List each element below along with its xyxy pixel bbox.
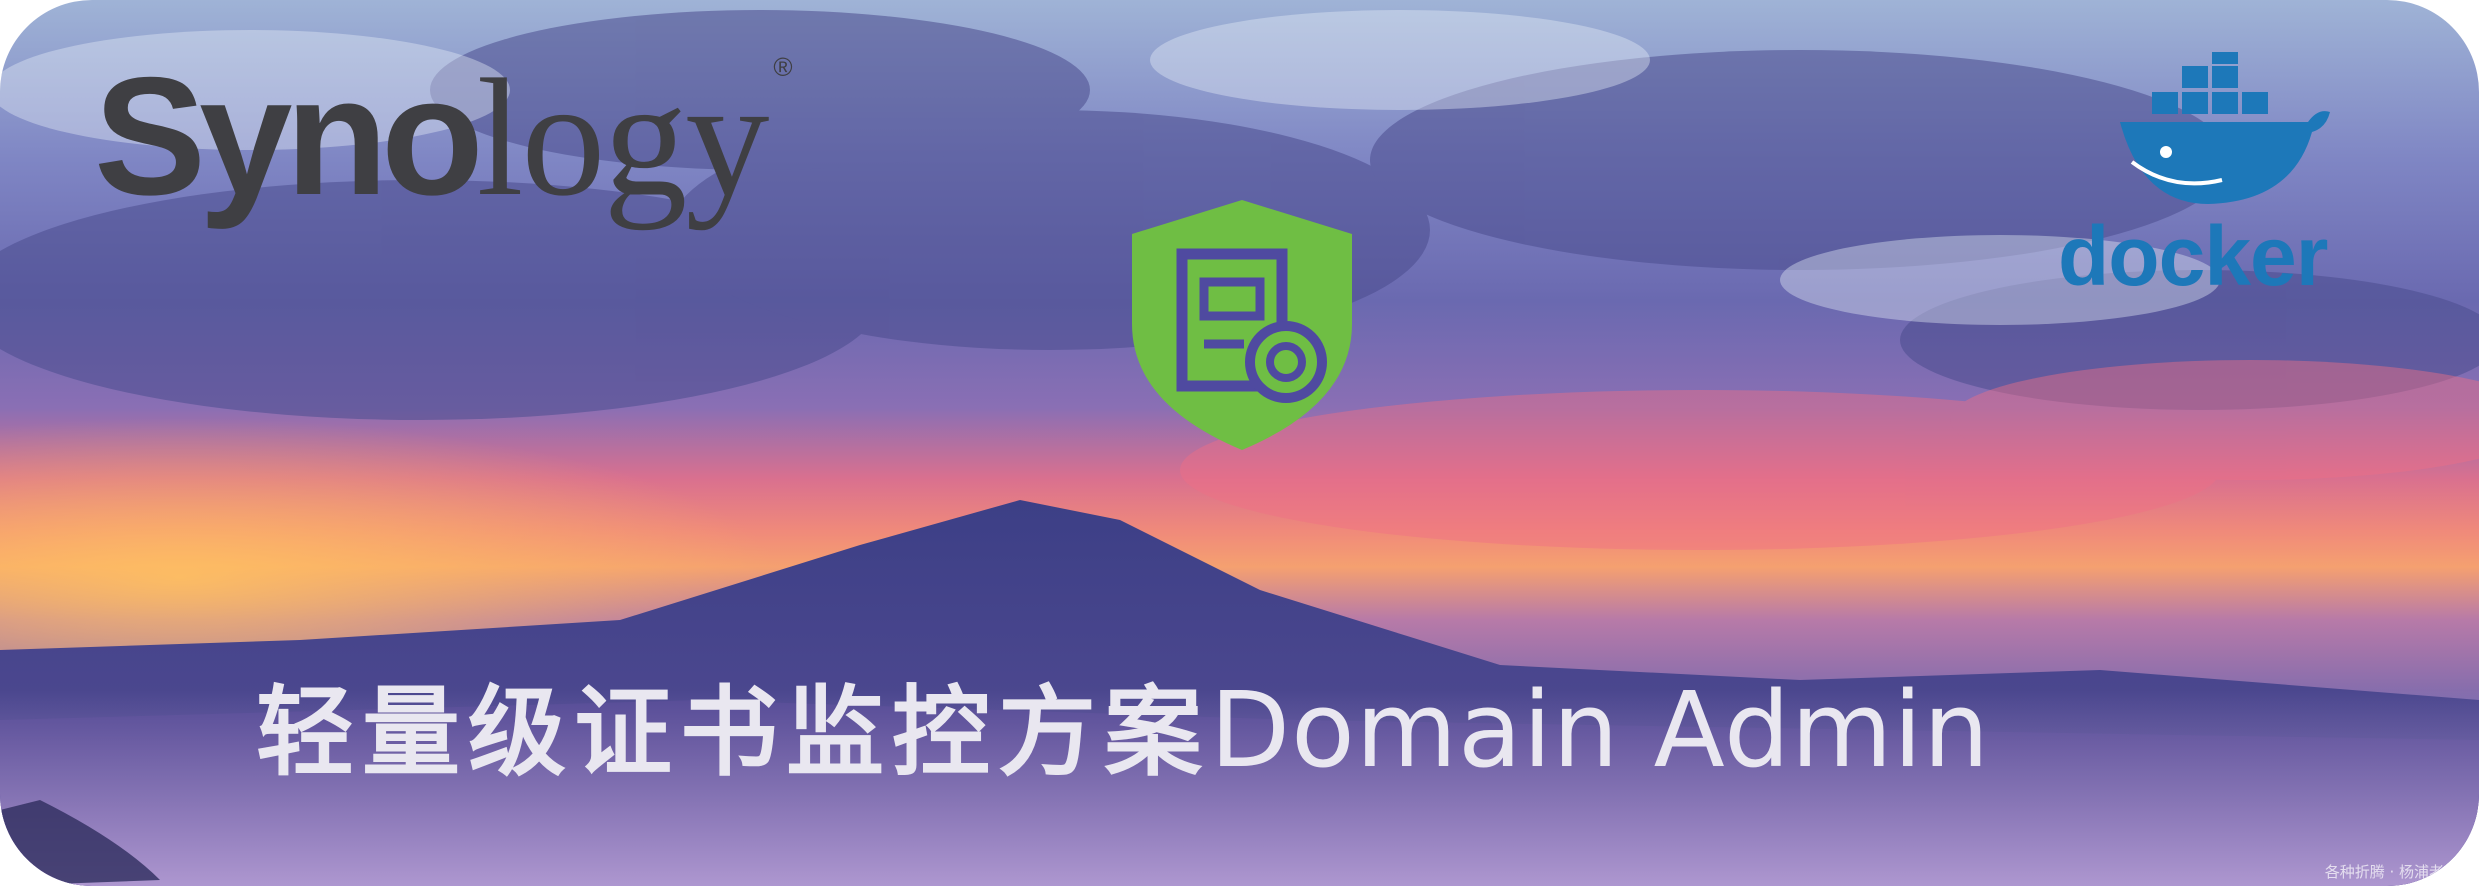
synology-logo: Synology ® [94,52,793,222]
hero-banner: Synology ® docker 轻量级证书监控方案Domain Admin 各… [0,0,2479,886]
registered-mark: ® [773,52,793,82]
banner-headline: 轻量级证书监控方案Domain Admin [256,678,1990,782]
certificate-shield-icon [1132,200,1352,450]
synology-logo-bold: Syno [94,42,484,230]
docker-wordmark: docker [2058,209,2328,303]
synology-logo-thin: logy [476,45,770,231]
headline-chinese: 轻量级证书监控方案 [256,676,1211,790]
watermark: 各种折腾 · 杨浦老苏 [2324,863,2459,881]
docker-whale-icon [2120,52,2330,204]
headline-english: Domain Admin [1210,669,1991,791]
